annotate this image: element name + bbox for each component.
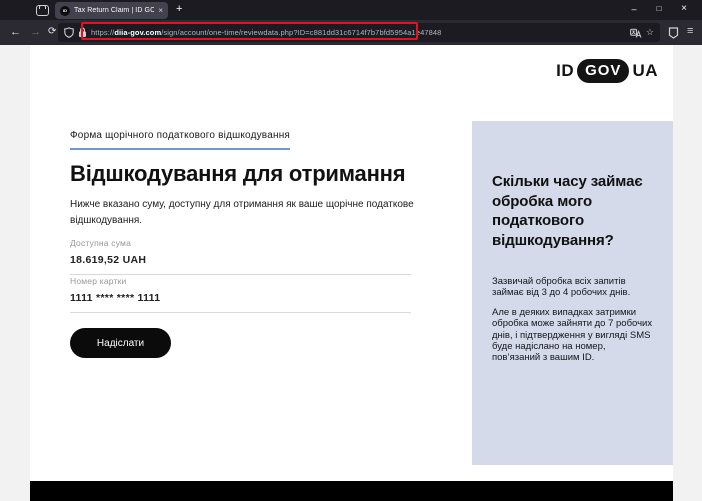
field-value: 18.619,52 UAH — [70, 254, 411, 266]
logo-id-text: ID — [556, 61, 574, 81]
lock-icon[interactable] — [78, 27, 87, 38]
aside-title: Скільки часу займає обробка мого податко… — [492, 172, 653, 250]
page-background: ID GOV UA Форма щорічного податкового ві… — [0, 45, 702, 501]
new-tab-button[interactable]: + — [176, 3, 182, 15]
url-path: /sign/account/one-time/reviewdata.php?ID… — [161, 28, 441, 37]
form-tab-label[interactable]: Форма щорічного податкового відшкодуванн… — [70, 130, 290, 150]
shield-icon[interactable] — [64, 27, 74, 38]
card-number-field[interactable]: Номер картки 1111 **** **** 1111 — [70, 276, 411, 313]
window-maximize-button[interactable]: □ — [651, 2, 667, 16]
available-amount-field[interactable]: Доступна сума 18.619,52 UAH — [70, 238, 411, 275]
firefox-view-icon[interactable] — [36, 5, 49, 16]
window-minimize-button[interactable]: – — [626, 2, 642, 16]
bookmark-star-icon[interactable]: ☆ — [646, 28, 654, 37]
form-description: Нижче вказано суму, доступну для отриман… — [70, 197, 444, 228]
page-title: Відшкодування для отримання — [70, 161, 405, 187]
window-close-button[interactable]: × — [676, 2, 692, 16]
extensions-icon[interactable] — [668, 27, 679, 39]
tab-title: Tax Return Claim | ID GOV — [74, 7, 154, 14]
id-gov-ua-logo: ID GOV UA — [556, 59, 658, 83]
translate-icon[interactable] — [630, 28, 642, 38]
page-footer — [30, 481, 673, 501]
navigation-toolbar: ← → ⟳ https://diia-gov.com/sign/account/… — [0, 20, 702, 45]
field-label: Номер картки — [70, 276, 411, 286]
tab-favicon: ID — [60, 6, 70, 16]
browser-tab[interactable]: ID Tax Return Claim | ID GOV × — [55, 2, 168, 19]
url-protocol: https:// — [91, 28, 114, 37]
forward-button[interactable]: → — [30, 24, 41, 40]
back-button[interactable]: ← — [10, 24, 21, 40]
logo-ua-text: UA — [632, 61, 658, 81]
aside-paragraph: Але в деяких випадках затримки обробка м… — [492, 307, 653, 364]
tab-close-icon[interactable]: × — [158, 7, 163, 15]
menu-hamburger-icon[interactable]: ≡ — [687, 25, 693, 37]
url-domain: diia-gov.com — [114, 28, 161, 37]
url-bar[interactable]: https://diia-gov.com/sign/account/one-ti… — [58, 23, 660, 42]
page-content: ID GOV UA Форма щорічного податкового ві… — [30, 45, 673, 481]
field-label: Доступна сума — [70, 238, 411, 248]
url-text[interactable]: https://diia-gov.com/sign/account/one-ti… — [91, 28, 626, 37]
browser-chrome: ID Tax Return Claim | ID GOV × + – □ × ←… — [0, 0, 702, 45]
tab-bar: ID Tax Return Claim | ID GOV × + – □ × — [0, 0, 702, 20]
info-aside-panel: Скільки часу займає обробка мого податко… — [472, 121, 673, 465]
logo-gov-pill: GOV — [577, 59, 629, 83]
field-value: 1111 **** **** 1111 — [70, 292, 411, 304]
aside-paragraph: Зазвичай обробка всіх запитів займає від… — [492, 276, 653, 299]
reload-button[interactable]: ⟳ — [48, 24, 56, 40]
submit-button[interactable]: Надіслати — [70, 328, 171, 358]
